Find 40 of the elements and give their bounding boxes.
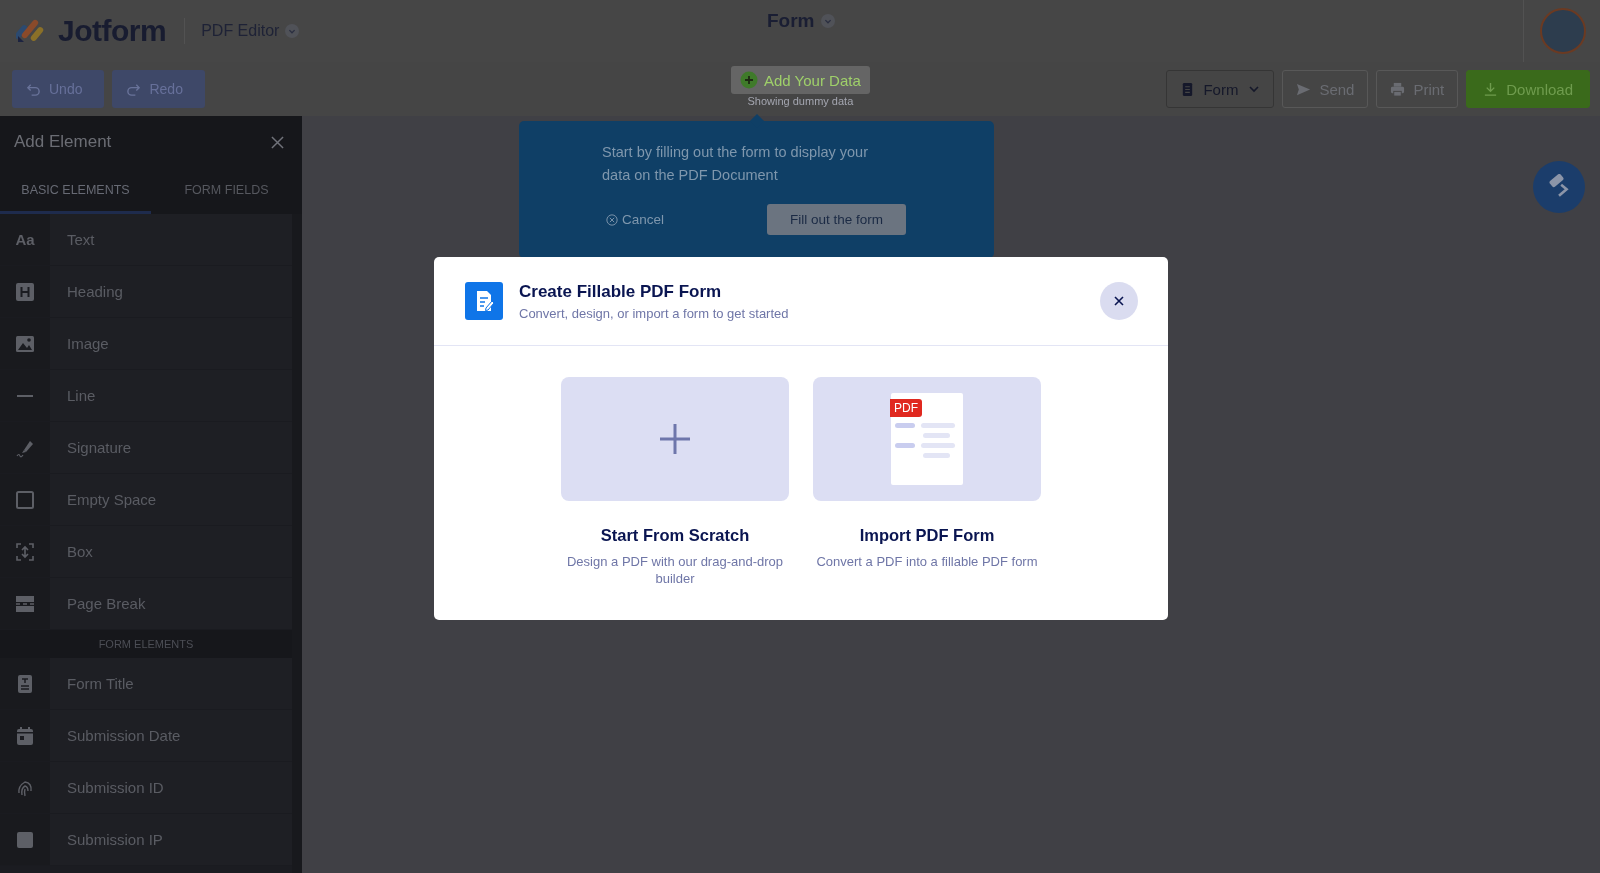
scrollbar[interactable] — [292, 214, 302, 873]
dialog-title: Create Fillable PDF Form — [519, 281, 723, 302]
document-edit-icon — [465, 282, 503, 320]
option-card[interactable]: PDF — [813, 377, 1041, 501]
option-title: Import PDF Form — [859, 526, 995, 545]
download-icon — [1483, 81, 1499, 97]
box-icon — [15, 541, 35, 562]
cancel-button[interactable]: Cancel — [606, 212, 665, 227]
sidebar-title: Add Element — [14, 132, 112, 152]
send-icon — [1296, 81, 1312, 97]
section-header: FORM ELEMENTS — [0, 630, 292, 658]
plus-circle-icon — [740, 71, 758, 89]
fill-form-button[interactable]: Fill out the form — [766, 204, 906, 235]
text-icon: Aa — [15, 231, 35, 248]
popover-message: Start by filling out the form to display your data on the PDF Document — [602, 143, 869, 185]
close-circle-icon — [606, 213, 618, 226]
dummy-data-note: Showing dummy data — [747, 95, 854, 107]
chevron-down-icon — [1248, 83, 1261, 95]
image-icon — [15, 333, 35, 354]
paint-roller-button[interactable] — [1533, 161, 1585, 213]
option-description: Convert a PDF into a fillable PDF form — [815, 553, 1039, 570]
dialog-subtitle: Convert, design, or import a form to get started — [519, 305, 789, 321]
page-break-icon — [15, 593, 35, 614]
sidebar-tab[interactable]: FORM FIELDS — [151, 168, 302, 214]
line-icon — [15, 393, 35, 398]
pdf-badge: PDF — [890, 399, 922, 417]
close-button[interactable] — [1100, 282, 1138, 320]
option-title: Start From Scratch — [600, 526, 750, 545]
square-icon — [15, 489, 35, 510]
add-data-button[interactable]: Add Your Data — [731, 66, 870, 94]
plus-icon — [659, 423, 691, 455]
close-icon — [1113, 295, 1125, 307]
caret-icon — [820, 14, 835, 28]
heading-icon — [15, 281, 35, 302]
calendar-icon — [15, 725, 35, 746]
printer-icon — [1390, 81, 1406, 97]
close-icon[interactable] — [271, 135, 284, 149]
form-title-icon — [15, 673, 35, 694]
caret-icon — [285, 24, 300, 38]
option-description: Design a PDF with our drag-and-drop builder — [565, 553, 785, 587]
